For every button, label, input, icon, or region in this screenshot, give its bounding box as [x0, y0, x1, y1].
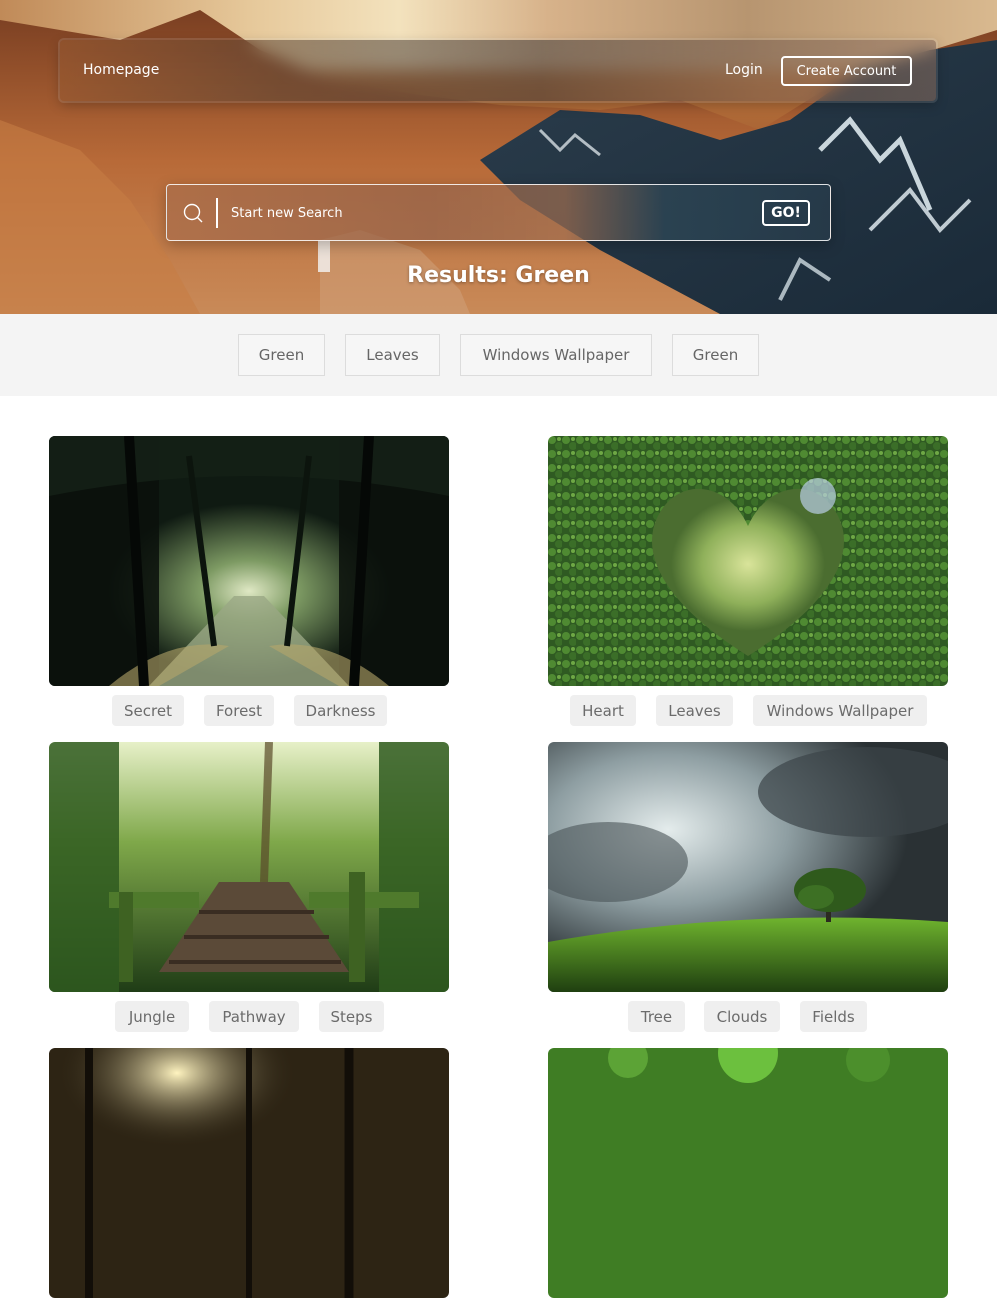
- image-tag[interactable]: Steps: [319, 1001, 384, 1032]
- result-image-green-foliage[interactable]: [548, 1048, 948, 1298]
- image-tag[interactable]: Heart: [570, 695, 636, 726]
- search-input[interactable]: [231, 202, 731, 224]
- result-image-forest-path[interactable]: [49, 436, 449, 686]
- image-tag[interactable]: Pathway: [209, 1001, 299, 1032]
- image-tag[interactable]: Secret: [112, 695, 184, 726]
- search-divider: [216, 198, 218, 228]
- result-image-jungle-steps[interactable]: [49, 742, 449, 992]
- jungle-steps-image: [49, 742, 449, 992]
- create-account-button[interactable]: Create Account: [781, 56, 912, 86]
- heart-hedge-image: [548, 436, 948, 686]
- image-tag[interactable]: Windows Wallpaper: [753, 695, 927, 726]
- nav-login-link[interactable]: Login: [725, 62, 763, 78]
- navbar: Homepage Login Create Account: [60, 40, 936, 101]
- sunlit-forest-image: [49, 1048, 449, 1298]
- image-tag[interactable]: Leaves: [656, 695, 733, 726]
- image-tag[interactable]: Clouds: [704, 1001, 780, 1032]
- image-tag[interactable]: Forest: [204, 695, 274, 726]
- image-tag[interactable]: Jungle: [115, 1001, 189, 1032]
- forest-path-image: [49, 436, 449, 686]
- search-go-button[interactable]: GO!: [762, 200, 810, 226]
- results-title: Results: Green: [407, 263, 590, 288]
- related-tags-bar: Green Leaves Windows Wallpaper Green: [0, 314, 997, 396]
- nav-homepage-link[interactable]: Homepage: [83, 62, 159, 78]
- related-tag[interactable]: Green: [672, 334, 759, 376]
- related-tag[interactable]: Windows Wallpaper: [460, 334, 652, 376]
- result-image-heart-hedge[interactable]: [548, 436, 948, 686]
- search-bar: GO!: [166, 184, 831, 241]
- image-tag[interactable]: Fields: [800, 1001, 867, 1032]
- result-image-sunlit-forest[interactable]: [49, 1048, 449, 1298]
- green-foliage-image: [548, 1048, 948, 1298]
- result-image-tree-hill[interactable]: [548, 742, 948, 992]
- tree-hill-image: [548, 742, 948, 992]
- related-tag[interactable]: Green: [238, 334, 325, 376]
- image-tag[interactable]: Darkness: [294, 695, 387, 726]
- related-tag[interactable]: Leaves: [345, 334, 440, 376]
- search-icon: [183, 203, 203, 223]
- hero-banner: Homepage Login Create Account GO! Result…: [0, 0, 997, 314]
- image-tag[interactable]: Tree: [628, 1001, 685, 1032]
